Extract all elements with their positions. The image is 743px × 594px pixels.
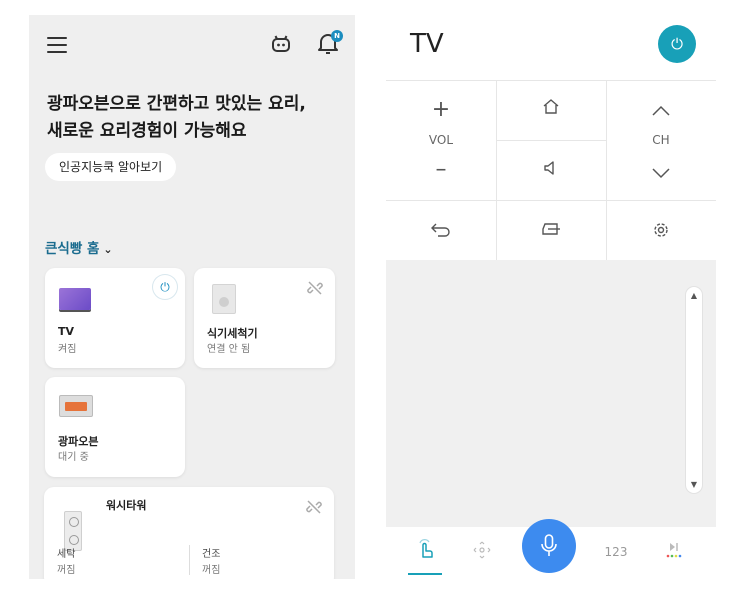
- device-name: 광파오븐: [58, 435, 99, 448]
- unlink-icon: [306, 499, 322, 515]
- headline-line-2: 새로운 요리경험이 가능해요: [47, 121, 247, 141]
- active-tab-indicator: [408, 573, 442, 575]
- divider: [606, 80, 607, 260]
- volume-up-button[interactable]: +: [426, 97, 456, 122]
- device-name: 식기세척기: [207, 327, 258, 340]
- settings-icon[interactable]: [646, 221, 676, 244]
- divider: [189, 545, 190, 575]
- chevron-up-icon[interactable]: [646, 101, 676, 122]
- divider: [496, 80, 497, 260]
- power-icon[interactable]: ⏻: [658, 25, 696, 63]
- bell-icon[interactable]: N: [317, 30, 343, 57]
- tab-numpad[interactable]: 123: [596, 545, 636, 559]
- top-bar: N: [29, 15, 355, 75]
- chevron-down-icon: ⌄: [103, 243, 113, 256]
- device-status: 켜짐: [58, 344, 77, 355]
- headline-line-1: 광파오븐으로 간편하고 맛있는 요리,: [47, 94, 306, 114]
- home-name: 큰식빵 홈: [45, 241, 100, 257]
- back-icon[interactable]: [426, 221, 456, 242]
- media-icon[interactable]: [654, 541, 694, 562]
- mute-icon[interactable]: [536, 159, 566, 182]
- divider: [386, 80, 716, 81]
- volume-down-button[interactable]: –: [426, 157, 456, 182]
- chevron-down-icon[interactable]: [646, 163, 676, 184]
- vol-label: VOL: [428, 133, 454, 147]
- wash-label: 세탁: [57, 549, 76, 560]
- input-icon[interactable]: [536, 221, 566, 242]
- device-status: 연결 안 됨: [207, 344, 251, 355]
- promo-headline: 광파오븐으로 간편하고 맛있는 요리, 새로운 요리경험이 가능해요: [47, 91, 337, 145]
- dry-status: 꺼짐: [202, 565, 221, 576]
- notification-badge: N: [331, 30, 343, 42]
- tv-remote-screen: TV ⏻ + VOL – CH ▲ ▼ 123: [386, 15, 716, 579]
- device-name: 워시타워: [106, 499, 147, 512]
- move-icon[interactable]: [462, 541, 502, 562]
- power-icon[interactable]: ⏻: [153, 275, 177, 299]
- remote-tab-bar: 123: [386, 519, 716, 579]
- tv-icon: [59, 288, 91, 310]
- home-screen: N 광파오븐으로 간편하고 맛있는 요리, 새로운 요리경험이 가능해요 인공지…: [29, 15, 355, 579]
- device-card-washtower[interactable]: 워시타워 세탁 꺼짐 건조 꺼짐: [44, 487, 334, 579]
- menu-icon[interactable]: [47, 37, 67, 53]
- page-title: TV: [410, 29, 444, 59]
- touch-icon[interactable]: [406, 539, 446, 564]
- ai-cook-button[interactable]: 인공지능쿡 알아보기: [45, 153, 177, 181]
- divider: [386, 200, 716, 201]
- device-status: 대기 중: [58, 452, 89, 463]
- device-card-tv[interactable]: ⏻ TV 켜짐: [45, 268, 185, 368]
- device-card-dishwasher[interactable]: 식기세척기 연결 안 됨: [194, 268, 335, 368]
- dry-label: 건조: [202, 549, 221, 560]
- device-card-oven[interactable]: 광파오븐 대기 중: [45, 377, 185, 477]
- scroll-up-icon[interactable]: ▲: [686, 291, 702, 300]
- divider: [496, 140, 606, 141]
- home-icon[interactable]: [536, 98, 566, 121]
- oven-icon: [59, 395, 93, 417]
- device-name: TV: [58, 325, 75, 338]
- scrollbar[interactable]: ▲ ▼: [686, 287, 702, 493]
- scroll-down-icon[interactable]: ▼: [686, 480, 702, 489]
- unlink-icon: [307, 280, 323, 296]
- ch-label: CH: [652, 133, 670, 147]
- home-selector[interactable]: 큰식빵 홈 ⌄: [45, 237, 113, 257]
- bot-icon[interactable]: [270, 33, 292, 55]
- wash-status: 꺼짐: [57, 565, 76, 576]
- mic-icon[interactable]: [522, 519, 576, 573]
- dishwasher-icon: [212, 284, 236, 314]
- touchpad[interactable]: [386, 260, 716, 527]
